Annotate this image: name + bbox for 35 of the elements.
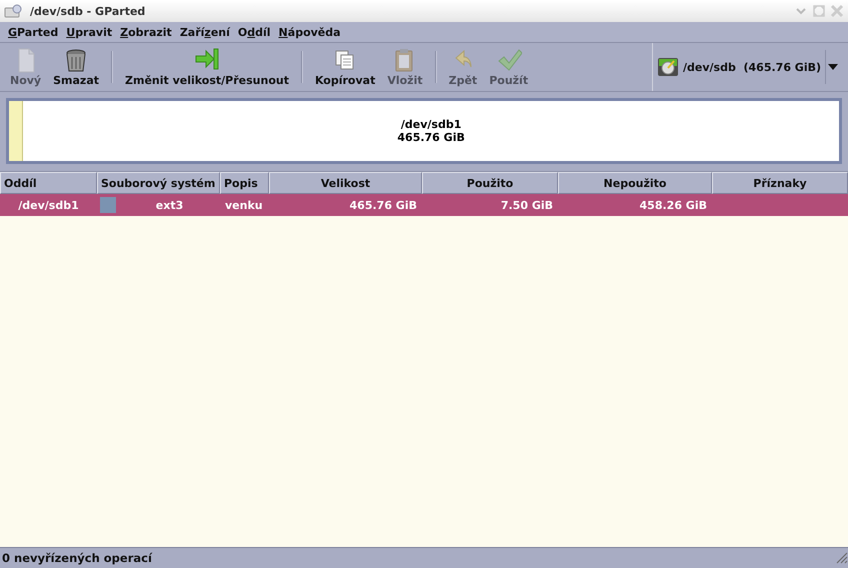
table-row[interactable]: /dev/sdb1 ext3 venku 465.76 GiB 7.50 GiB 458.26 GiB (0, 194, 848, 216)
menu-item[interactable]: GParted (4, 22, 62, 42)
table-cell-text: venku (224, 198, 264, 212)
toolbar-button[interactable]: Změnit velikost/Přesunout (119, 45, 295, 89)
menu-item[interactable]: Zobrazit (116, 22, 176, 42)
partition-block[interactable]: /dev/sdb1 465.76 GiB (6, 98, 842, 164)
resize-grip-icon[interactable] (836, 552, 848, 564)
table-cell-text: ext3 (154, 198, 184, 212)
app-icon (4, 4, 22, 18)
menu-item[interactable]: Zařízení (176, 22, 234, 42)
maximize-icon[interactable] (812, 4, 826, 18)
window-title: /dev/sdb - GParted (30, 4, 146, 18)
device-selector[interactable]: /dev/sdb (465.76 GiB) (657, 56, 822, 78)
check-mark-icon (496, 47, 522, 73)
close-icon[interactable] (830, 4, 844, 18)
column-header[interactable]: Souborový systém (97, 172, 220, 194)
partition-size: 465.76 GiB (397, 131, 465, 144)
column-header[interactable]: Nepoužito (558, 172, 712, 194)
dropdown-arrow-icon (828, 63, 838, 71)
table-cell-text: 7.50 GiB (500, 198, 554, 212)
toolbar-button[interactable]: Kopírovat (308, 45, 382, 89)
status-text: 0 nevyřízených operací (2, 551, 154, 565)
column-header[interactable]: Oddíl (0, 172, 97, 194)
table-cell-text: /dev/sdb1 (17, 198, 80, 212)
toolbar-button[interactable]: Smazat (47, 45, 105, 89)
table-cell-text: 465.76 GiB (348, 198, 418, 212)
menu-item[interactable]: Nápověda (274, 22, 345, 42)
column-header[interactable]: Velikost (269, 172, 422, 194)
column-header[interactable]: Popis (220, 172, 269, 194)
column-header[interactable]: Příznaky (712, 172, 848, 194)
menu-item[interactable]: Upravit (62, 22, 116, 42)
table-cell-text: 458.26 GiB (638, 198, 708, 212)
partition-name: /dev/sdb1 (400, 118, 462, 131)
menu-item[interactable]: Oddíl (234, 22, 275, 42)
column-header[interactable]: Použito (422, 172, 558, 194)
